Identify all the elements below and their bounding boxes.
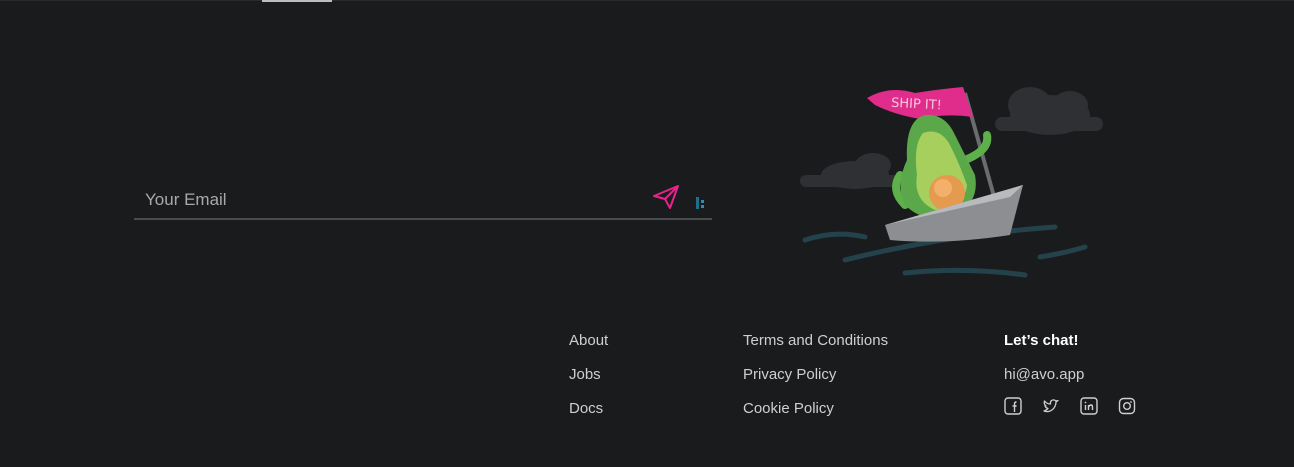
footer-column-legal: Terms and Conditions Privacy Policy Cook… xyxy=(743,332,888,434)
email-input[interactable] xyxy=(134,180,645,220)
footer-link-jobs[interactable]: Jobs xyxy=(569,366,608,400)
contact-email-link[interactable]: hi@avo.app xyxy=(1004,366,1136,400)
footer-link-docs[interactable]: Docs xyxy=(569,400,608,434)
extension-icon[interactable] xyxy=(694,195,708,211)
social-links xyxy=(1004,397,1136,415)
facebook-icon[interactable] xyxy=(1004,397,1022,415)
footer-column-contact: Let’s chat! hi@avo.app xyxy=(1004,332,1136,415)
email-underline xyxy=(134,218,712,220)
avocado-boat-illustration: SHIP IT! xyxy=(795,75,1110,285)
flag-text: SHIP IT! xyxy=(891,96,943,114)
top-image-fragment xyxy=(262,0,332,2)
top-border xyxy=(0,0,1294,1)
twitter-icon[interactable] xyxy=(1042,397,1060,415)
linkedin-icon[interactable] xyxy=(1080,397,1098,415)
footer-column-company: About Jobs Docs xyxy=(569,332,608,434)
newsletter-form xyxy=(134,180,712,220)
instagram-icon[interactable] xyxy=(1118,397,1136,415)
footer-link-cookie[interactable]: Cookie Policy xyxy=(743,400,888,434)
contact-heading: Let’s chat! xyxy=(1004,332,1079,349)
paper-plane-icon[interactable] xyxy=(652,184,680,210)
footer-link-privacy[interactable]: Privacy Policy xyxy=(743,366,888,400)
footer-link-about[interactable]: About xyxy=(569,332,608,366)
footer-link-terms[interactable]: Terms and Conditions xyxy=(743,332,888,366)
